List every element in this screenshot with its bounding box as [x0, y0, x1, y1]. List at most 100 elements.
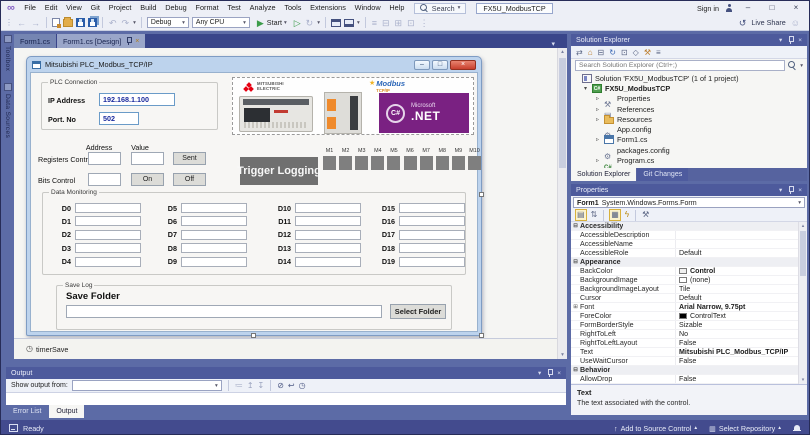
menu-item[interactable]: Help	[385, 1, 409, 15]
object-selector[interactable]: Form1 System.Windows.Forms.Form ▾	[573, 197, 805, 208]
tab-error-list[interactable]: Error List	[6, 405, 48, 418]
property-value[interactable]: Default	[676, 294, 798, 303]
data-field-input[interactable]	[295, 203, 361, 213]
data-field-input[interactable]	[399, 230, 465, 240]
toolbar-options-icon[interactable]: ⋮	[419, 15, 430, 31]
data-field-input[interactable]	[181, 243, 247, 253]
close-icon[interactable]: ×	[798, 37, 802, 44]
m-indicator-lamp[interactable]	[323, 156, 336, 170]
data-field-input[interactable]	[295, 216, 361, 226]
property-value[interactable]: Default	[676, 249, 798, 258]
timer-component[interactable]: timerSave	[36, 345, 68, 354]
expander-icon[interactable]: ⊟	[571, 259, 580, 265]
m-indicator-lamp[interactable]	[436, 156, 449, 170]
property-row[interactable]: AllowDrop False	[571, 375, 798, 384]
tab-form1-code[interactable]: Form1.cs	[14, 34, 56, 48]
tree-item[interactable]: ▹ Form1.cs	[571, 135, 807, 145]
trigger-logging-label[interactable]: Trigger Logging	[240, 157, 318, 185]
pin-icon[interactable]	[787, 36, 793, 44]
data-field-input[interactable]	[181, 230, 247, 240]
hot-reload-icon[interactable]: ↻	[305, 15, 315, 31]
tree-item[interactable]: App.config	[571, 124, 807, 134]
active-files-dropdown-icon[interactable]: ▾	[551, 40, 555, 48]
refresh-icon[interactable]: ↻	[609, 46, 616, 59]
register-value-input[interactable]	[131, 152, 164, 165]
property-value[interactable]: Arial Narrow, 9.75pt	[676, 303, 798, 312]
expander-icon[interactable]: ⊟	[571, 223, 580, 229]
categorized-icon[interactable]: ▤	[575, 209, 587, 221]
view-code-icon[interactable]: ◇	[633, 46, 639, 59]
expander-icon[interactable]: ⊟	[571, 367, 580, 373]
tree-expander-icon[interactable]: ▹	[596, 95, 604, 102]
property-value[interactable]: False	[676, 375, 798, 384]
select-repository-button[interactable]: ▥ Select Repository ▴	[709, 424, 781, 433]
previous-message-icon[interactable]: ↥	[247, 379, 254, 393]
property-value[interactable]: False	[676, 339, 798, 348]
data-field-input[interactable]	[399, 216, 465, 226]
search-icon[interactable]	[788, 61, 797, 70]
clear-all-icon[interactable]: ⊘	[277, 379, 284, 393]
property-value[interactable]: Control	[676, 267, 798, 276]
close-icon[interactable]: ×	[557, 370, 561, 377]
tree-expander-icon[interactable]: ▹	[596, 157, 604, 164]
tree-expander-icon[interactable]: ▾	[584, 85, 592, 92]
tree-item[interactable]: ▾ FX5U_ModbusTCP	[571, 83, 807, 93]
property-value[interactable]: Mitsubishi PLC_Modbus_TCP/IP	[676, 348, 798, 357]
m-indicator-lamp[interactable]	[404, 156, 417, 170]
bit-address-input[interactable]	[88, 173, 121, 186]
m-indicator-lamp[interactable]	[355, 156, 368, 170]
collapse-all-icon[interactable]: ⊟	[598, 46, 605, 59]
solution-name-badge[interactable]: FX5U_ModbusTCP	[476, 3, 552, 14]
events-icon[interactable]: ϟ	[624, 210, 630, 220]
feedback-icon[interactable]: ☺	[790, 15, 801, 31]
data-field-input[interactable]	[399, 203, 465, 213]
maximize-button[interactable]: □	[763, 1, 781, 15]
minimize-button[interactable]: –	[739, 1, 757, 15]
property-value[interactable]: Tile	[676, 285, 798, 294]
designer-scrollbar[interactable]: ▴ ▾	[557, 48, 567, 359]
scroll-up-icon[interactable]: ▴	[558, 49, 567, 55]
menu-item[interactable]: Test	[223, 1, 245, 15]
new-project-icon[interactable]	[52, 18, 60, 27]
data-field-input[interactable]	[295, 243, 361, 253]
redo-icon[interactable]: ↷	[121, 15, 131, 31]
live-share-label[interactable]: Live Share	[751, 18, 785, 27]
next-message-icon[interactable]: ↧	[258, 379, 265, 393]
pin-icon[interactable]	[787, 186, 793, 194]
platform-select[interactable]: Any CPU ▾	[192, 17, 250, 28]
find-message-icon[interactable]: ≔	[235, 379, 243, 393]
menu-item[interactable]: Debug	[161, 1, 191, 15]
notifications-bell-icon[interactable]	[793, 424, 801, 433]
tree-expander-icon[interactable]: ▹	[596, 136, 604, 143]
window-menu-icon[interactable]: ▾	[538, 369, 541, 377]
property-value[interactable]: (none)	[676, 276, 798, 285]
data-field-input[interactable]	[181, 257, 247, 267]
data-field-input[interactable]	[75, 243, 141, 253]
add-to-source-control-button[interactable]: ↑ Add to Source Control ▴	[614, 424, 697, 433]
sign-in-link[interactable]: Sign in	[697, 4, 719, 13]
timestamp-icon[interactable]: ◷	[299, 379, 306, 393]
window-menu-icon[interactable]: ▾	[779, 36, 782, 44]
home-icon[interactable]: ⌂	[588, 46, 593, 59]
chevron-down-icon[interactable]: ▾	[133, 20, 136, 26]
tab-git-changes[interactable]: Git Changes	[637, 168, 688, 181]
property-row[interactable]: AccessibleRole Default	[571, 249, 798, 258]
save-icon[interactable]	[76, 18, 85, 27]
on-button[interactable]: On	[131, 173, 164, 186]
scroll-up-icon[interactable]: ▴	[799, 223, 807, 229]
data-field-input[interactable]	[75, 216, 141, 226]
menu-item[interactable]: Build	[136, 1, 161, 15]
property-value[interactable]: Sizable	[676, 321, 798, 330]
output-content[interactable]	[6, 393, 566, 405]
m-indicator-lamp[interactable]	[371, 156, 384, 170]
ip-address-input[interactable]: 192.168.1.100	[99, 93, 175, 106]
properties-scrollbar[interactable]: ▴ ▾	[798, 222, 807, 384]
logo-picture-box[interactable]: MITSUBISHI ELECTRIC ★ Modbus TCP/IP	[232, 77, 474, 135]
data-field-input[interactable]	[295, 230, 361, 240]
property-value[interactable]: False	[676, 357, 798, 366]
tree-expander-icon[interactable]: ▹	[596, 106, 604, 113]
start-without-debugging-icon[interactable]: ▷	[293, 15, 302, 31]
undo-icon[interactable]: ↶	[108, 15, 118, 31]
background-tasks-icon[interactable]	[9, 424, 18, 432]
open-folder-icon[interactable]	[63, 19, 73, 27]
